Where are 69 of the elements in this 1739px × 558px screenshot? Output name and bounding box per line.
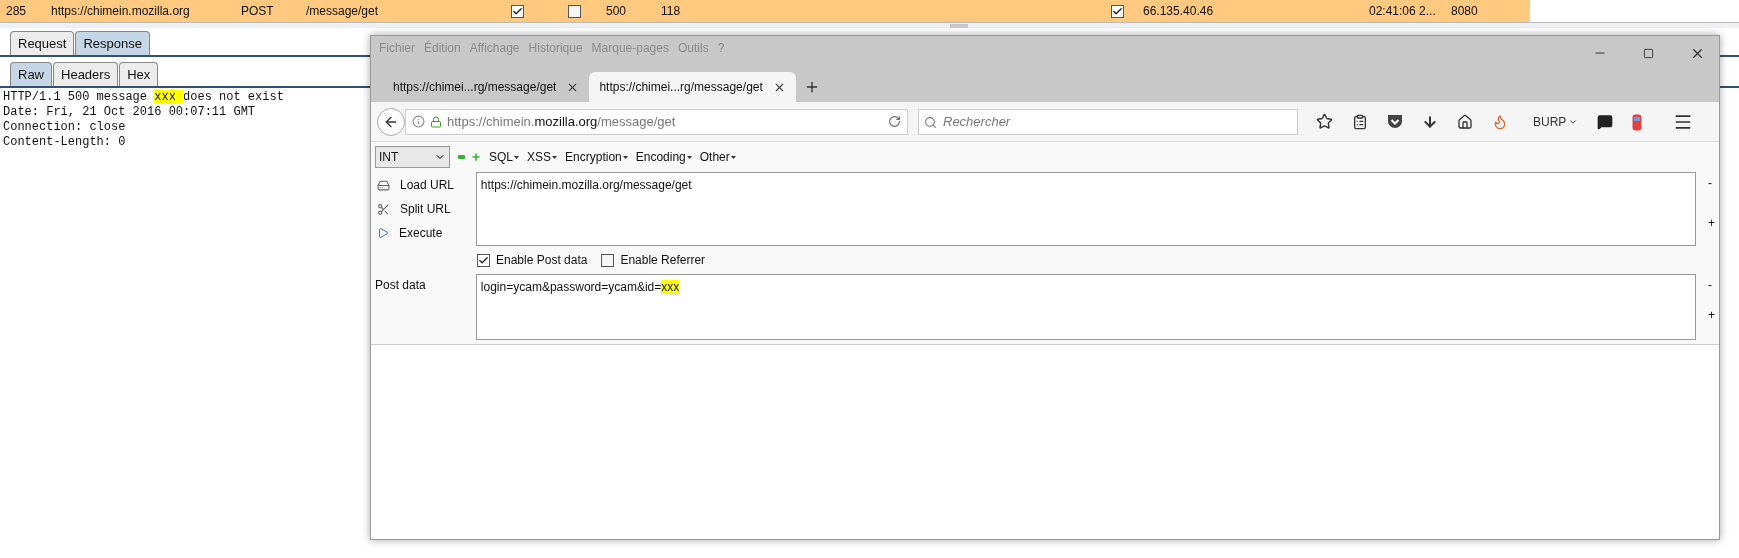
post-data-label: Post data	[375, 278, 426, 292]
row-checkbox[interactable]	[568, 4, 581, 18]
side-button[interactable]: +	[1708, 306, 1715, 324]
address-bar[interactable]: https://chimein.mozilla.org/message/get	[405, 108, 908, 135]
caret-icon	[514, 155, 519, 159]
tab[interactable]: Request	[10, 31, 75, 55]
star-icon[interactable]	[1316, 113, 1333, 130]
caret-icon	[552, 155, 558, 159]
tab[interactable]: Response	[75, 31, 150, 55]
history-row[interactable]: 285 https://chimein.mozilla.org POST /message/get 500 118 66.135.40.46 02:41:06 2... 8080	[0, 0, 1530, 22]
flame-icon[interactable]	[1492, 113, 1508, 130]
home-icon[interactable]	[1457, 113, 1473, 130]
tab[interactable]: Raw	[10, 62, 52, 86]
reload-icon[interactable]	[888, 115, 901, 128]
hackbar-menu[interactable]: XSS	[527, 148, 558, 166]
row-checkbox[interactable]	[1111, 4, 1124, 18]
response-line: Date: Fri, 21 Oct 2016 00:07:11 GMT	[3, 105, 256, 120]
table-cell-text: 8080	[1451, 3, 1478, 20]
split-handle[interactable]	[950, 24, 968, 28]
response-line: HTTP/1.1 500 message xxx does not exist	[3, 90, 284, 105]
caret-icon	[686, 155, 692, 159]
info-icon[interactable]	[412, 115, 425, 128]
hackbar-menu[interactable]: Other	[699, 148, 736, 166]
hackbar-action[interactable]: Split URL	[400, 200, 451, 218]
list-icon[interactable]	[1352, 113, 1368, 130]
battery-icon[interactable]	[1632, 112, 1643, 131]
tab[interactable]: Hex	[119, 62, 159, 86]
option-checkbox[interactable]	[601, 253, 615, 267]
download-icon[interactable]	[1422, 113, 1438, 130]
browser-tab[interactable]: https://chimei...rg/message/get	[589, 72, 796, 102]
lock-icon	[430, 115, 442, 128]
table-cell-text: 285	[6, 3, 27, 20]
response-line: Content-Length: 0	[3, 135, 126, 150]
table-cell-text: 118	[661, 3, 681, 20]
pocket-icon[interactable]	[1387, 114, 1403, 129]
url-field[interactable]: https://chimein.mozilla.org/message/get	[475, 172, 1696, 246]
response-line: Connection: close	[3, 120, 126, 135]
side-button[interactable]: -	[1708, 276, 1715, 294]
table-cell-text: https://chimein.mozilla.org	[51, 3, 190, 20]
burp-button[interactable]: BURP	[1533, 112, 1579, 131]
play-icon	[377, 227, 389, 239]
side-button[interactable]: +	[1708, 214, 1715, 232]
table-cell-text: 02:41:06 2...	[1369, 3, 1436, 20]
hackbar-action[interactable]: Execute	[399, 224, 443, 242]
table-cell-text: 500	[606, 3, 627, 20]
drive-icon	[377, 178, 390, 192]
row-checkbox[interactable]	[511, 4, 524, 18]
maximize-icon[interactable]	[1643, 47, 1654, 59]
hackbar-menu[interactable]: Encryption	[565, 148, 628, 166]
back-button[interactable]	[377, 107, 405, 136]
caret-icon	[622, 155, 628, 159]
checkbox-label: Enable Post data	[496, 252, 588, 269]
search-icon	[924, 115, 937, 129]
tab[interactable]: Headers	[53, 62, 119, 86]
hackbar-menu[interactable]: SQL	[489, 148, 519, 166]
table-cell-text: POST	[241, 3, 274, 20]
table-cell-text: /message/get	[306, 3, 379, 20]
hackbar-menu[interactable]: Encoding	[635, 148, 692, 166]
type-select[interactable]: INT	[375, 146, 450, 168]
checkbox-label: Enable Referrer	[620, 252, 706, 269]
search-field[interactable]: Rechercher	[918, 108, 1298, 135]
browser-tab[interactable]: https://chimei...rg/message/get	[383, 72, 590, 102]
comment-icon[interactable]	[1597, 113, 1614, 130]
option-checkbox[interactable]	[477, 253, 490, 267]
scissors-icon	[377, 202, 390, 216]
caret-icon	[730, 155, 736, 159]
table-cell-text: 66.135.40.46	[1143, 3, 1214, 20]
side-button[interactable]: -	[1708, 174, 1715, 192]
hackbar-action[interactable]: Load URL	[400, 176, 455, 194]
